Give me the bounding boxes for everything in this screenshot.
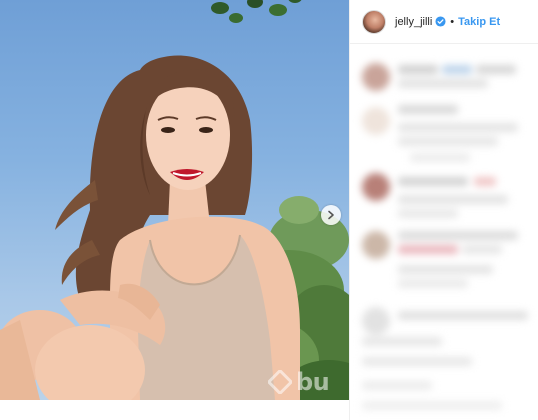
comment-line bbox=[362, 401, 502, 410]
follow-button[interactable]: Takip Et bbox=[458, 16, 500, 28]
comment-line bbox=[398, 79, 488, 88]
comment-line bbox=[362, 357, 472, 366]
comment-line bbox=[398, 177, 468, 186]
comment-avatar bbox=[362, 307, 390, 335]
blurred-comments bbox=[350, 45, 538, 420]
comment-avatar bbox=[362, 107, 390, 135]
comment-line bbox=[398, 311, 528, 320]
post-photo[interactable]: bu bbox=[0, 0, 349, 400]
comment-line bbox=[462, 245, 502, 254]
watermark-logo-icon bbox=[268, 370, 292, 394]
comment-line bbox=[398, 209, 458, 218]
header-separator: • bbox=[450, 15, 455, 28]
woman-figure bbox=[0, 55, 300, 400]
bottom-strip bbox=[0, 400, 349, 420]
comment-line bbox=[476, 65, 516, 74]
post-header: jelly_jilli • Takip Et bbox=[350, 0, 538, 44]
comment-avatar bbox=[362, 231, 390, 259]
comment-avatar bbox=[362, 173, 390, 201]
comment-avatar bbox=[362, 63, 390, 91]
comment-line bbox=[398, 123, 518, 132]
user-avatar[interactable] bbox=[362, 9, 386, 34]
next-image-button[interactable] bbox=[321, 205, 341, 225]
comment-line bbox=[410, 153, 470, 162]
watermark-text: bu bbox=[296, 368, 330, 396]
comment-line bbox=[362, 381, 432, 390]
chevron-right-icon bbox=[328, 210, 334, 220]
comment-line bbox=[362, 337, 442, 346]
username-link[interactable]: jelly_jilli bbox=[395, 16, 432, 28]
comment-line bbox=[398, 105, 458, 114]
comment-line bbox=[398, 137, 498, 146]
verified-badge-icon bbox=[435, 16, 446, 27]
post-sidebar: jelly_jilli • Takip Et bbox=[349, 0, 538, 420]
comment-line bbox=[398, 65, 438, 74]
comment-line bbox=[474, 177, 496, 186]
comment-line bbox=[398, 265, 493, 274]
watermark: bu bbox=[268, 368, 330, 396]
comment-line bbox=[398, 245, 458, 254]
comment-line bbox=[398, 231, 518, 240]
comment-line bbox=[442, 65, 472, 74]
comment-line bbox=[398, 279, 468, 288]
comment-line bbox=[398, 195, 508, 204]
